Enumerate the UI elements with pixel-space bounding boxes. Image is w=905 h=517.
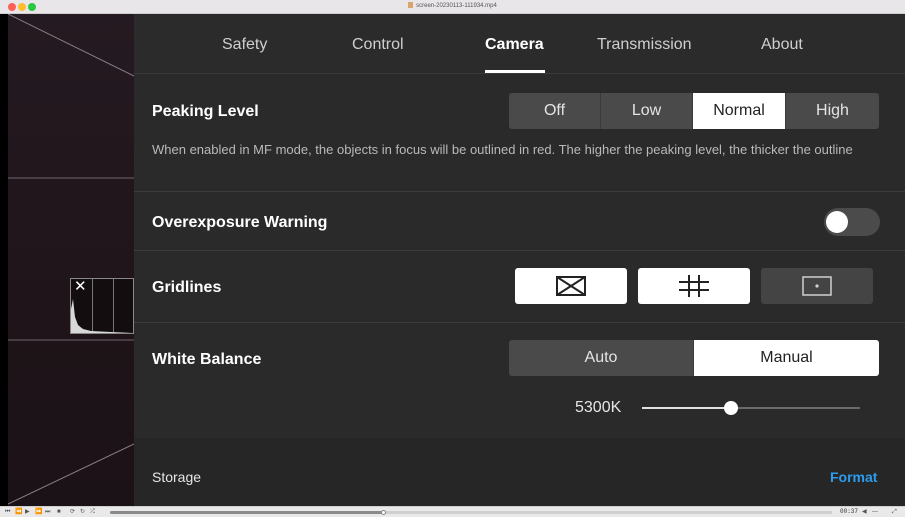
tab-about[interactable]: About xyxy=(761,36,803,54)
video-file-icon xyxy=(408,2,414,8)
toggle-knob xyxy=(826,211,848,233)
tab-camera[interactable]: Camera xyxy=(485,36,544,54)
shuffle-icon[interactable]: ⤮ xyxy=(90,508,95,516)
preview-lines xyxy=(8,14,134,505)
play-icon[interactable]: ▶ xyxy=(25,508,30,516)
histogram: ✕ xyxy=(70,278,134,334)
overexposure-warning-toggle[interactable] xyxy=(824,208,880,236)
player-controls: ⏮ ⏪ ▶ ⏩ ⏭ ■ ⟳ ↻ ⤮ 00:37 ◀ — ⤢ xyxy=(0,506,905,517)
row-divider xyxy=(134,250,905,251)
stop-icon[interactable]: ■ xyxy=(57,508,61,516)
peaking-option-normal[interactable]: Normal xyxy=(693,93,786,129)
progress-fill xyxy=(110,511,385,514)
row-divider xyxy=(134,322,905,323)
progress-thumb[interactable] xyxy=(381,510,387,515)
histogram-graph xyxy=(71,299,133,333)
gridline-diagonal-button[interactable] xyxy=(515,268,627,304)
white-balance-label: White Balance xyxy=(152,351,262,368)
fullscreen-icon[interactable]: ⤢ xyxy=(892,508,897,516)
settings-tabs: Safety Control Camera Transmission About xyxy=(134,14,905,74)
loop-icon[interactable]: ⟳ xyxy=(70,508,75,516)
playback-progress-bar[interactable] xyxy=(110,510,832,515)
camera-preview: ✕ xyxy=(8,14,134,506)
tab-transmission[interactable]: Transmission xyxy=(597,36,692,54)
skip-back-icon[interactable]: ⏮ xyxy=(5,508,10,516)
fast-forward-icon[interactable]: ⏩ xyxy=(35,508,42,516)
gridline-center-point-button[interactable] xyxy=(761,268,873,304)
window-title: screen-20230113-111934.mp4 xyxy=(0,2,905,9)
peaking-description: When enabled in MF mode, the objects in … xyxy=(152,142,853,157)
tab-safety[interactable]: Safety xyxy=(222,36,267,54)
storage-section xyxy=(134,438,905,506)
gridlines-label: Gridlines xyxy=(152,279,222,296)
peaking-level-selector: Off Low Normal High xyxy=(509,93,879,129)
overexposure-warning-label: Overexposure Warning xyxy=(152,214,328,231)
peaking-level-label: Peaking Level xyxy=(152,103,259,120)
current-time: 00:37 xyxy=(840,508,859,515)
nine-grid-icon xyxy=(679,275,709,297)
storage-label: Storage xyxy=(152,469,202,485)
color-temperature-slider[interactable] xyxy=(642,401,860,415)
row-divider xyxy=(134,191,905,192)
diagonal-grid-icon xyxy=(556,276,586,296)
tab-control[interactable]: Control xyxy=(352,36,404,54)
white-balance-option-auto[interactable]: Auto xyxy=(509,340,694,376)
gridline-nine-grid-button[interactable] xyxy=(638,268,750,304)
peaking-option-high[interactable]: High xyxy=(786,93,879,129)
center-point-icon xyxy=(802,276,832,296)
skip-forward-icon[interactable]: ⏭ xyxy=(45,508,50,516)
slider-fill xyxy=(642,407,732,409)
peaking-option-low[interactable]: Low xyxy=(601,93,693,129)
format-button[interactable]: Format xyxy=(830,469,877,485)
tabs-divider xyxy=(134,73,905,74)
repeat-icon[interactable]: ↻ xyxy=(80,508,85,516)
rewind-icon[interactable]: ⏪ xyxy=(15,508,22,516)
settings-panel: Safety Control Camera Transmission About… xyxy=(134,14,905,506)
video-frame: ✕ Safety Control Camera Transmission Abo… xyxy=(8,14,905,506)
speaker-icon[interactable]: ◀ xyxy=(862,508,867,516)
white-balance-option-manual[interactable]: Manual xyxy=(694,340,879,376)
window-titlebar: screen-20230113-111934.mp4 xyxy=(0,0,905,14)
volume-slider[interactable]: — xyxy=(872,508,878,516)
white-balance-selector: Auto Manual xyxy=(509,340,879,376)
slider-thumb[interactable] xyxy=(724,401,739,415)
color-temperature-value: 5300K xyxy=(575,399,622,416)
peaking-option-off[interactable]: Off xyxy=(509,93,601,129)
